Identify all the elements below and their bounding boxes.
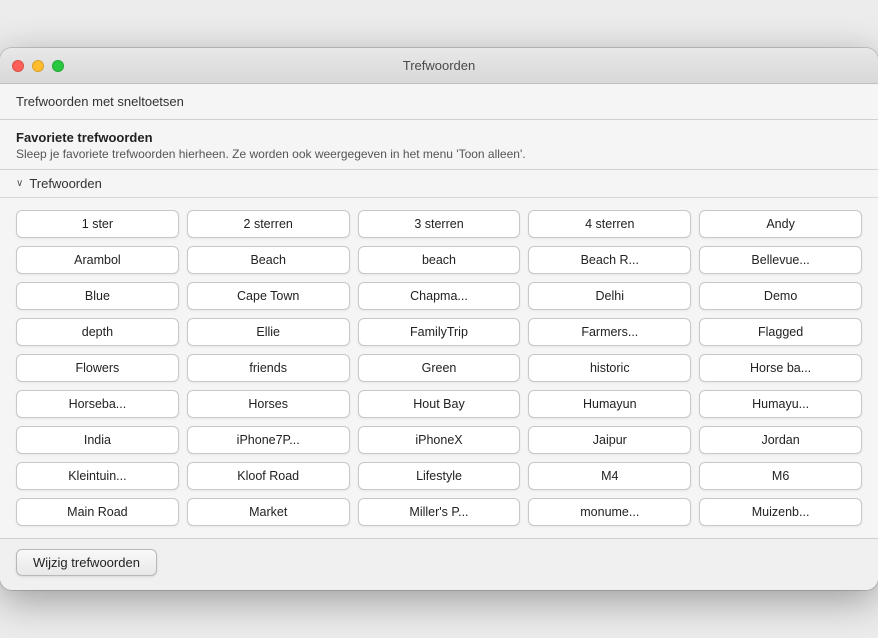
keyword-tag[interactable]: Green (358, 354, 521, 382)
favorites-title: Favoriete trefwoorden (16, 130, 862, 145)
shortcuts-section: Trefwoorden met sneltoetsen (0, 84, 878, 120)
keyword-tag[interactable]: Cape Town (187, 282, 350, 310)
titlebar: Trefwoorden (0, 48, 878, 84)
keyword-tag[interactable]: beach (358, 246, 521, 274)
keyword-tag[interactable]: Horses (187, 390, 350, 418)
keyword-tag[interactable]: 1 ster (16, 210, 179, 238)
minimize-button[interactable] (32, 60, 44, 72)
keyword-tag[interactable]: Ellie (187, 318, 350, 346)
keyword-tag[interactable]: Hout Bay (358, 390, 521, 418)
keyword-tag[interactable]: Beach (187, 246, 350, 274)
keyword-tag[interactable]: Miller's P... (358, 498, 521, 526)
keyword-tag[interactable]: Main Road (16, 498, 179, 526)
traffic-lights (12, 60, 64, 72)
keyword-tag[interactable]: Muizenb... (699, 498, 862, 526)
keyword-tag[interactable]: FamilyTrip (358, 318, 521, 346)
keywords-header: ∨ Trefwoorden (0, 170, 878, 198)
keyword-tag[interactable]: Chapma... (358, 282, 521, 310)
keyword-tag[interactable]: Kleintuin... (16, 462, 179, 490)
keyword-tag[interactable]: 2 sterren (187, 210, 350, 238)
close-button[interactable] (12, 60, 24, 72)
keyword-tag[interactable]: Demo (699, 282, 862, 310)
keyword-tag[interactable]: 4 sterren (528, 210, 691, 238)
keyword-tag[interactable]: Lifestyle (358, 462, 521, 490)
keyword-tag[interactable]: Jordan (699, 426, 862, 454)
keyword-tag[interactable]: Horse ba... (699, 354, 862, 382)
keyword-tag[interactable]: Andy (699, 210, 862, 238)
keyword-tag[interactable]: Blue (16, 282, 179, 310)
keyword-tag[interactable]: Flowers (16, 354, 179, 382)
window-title: Trefwoorden (403, 58, 476, 73)
bottom-bar: Wijzig trefwoorden (0, 538, 878, 590)
keyword-tag[interactable]: Beach R... (528, 246, 691, 274)
keyword-tag[interactable]: M6 (699, 462, 862, 490)
maximize-button[interactable] (52, 60, 64, 72)
keyword-tag[interactable]: Farmers... (528, 318, 691, 346)
keyword-tag[interactable]: historic (528, 354, 691, 382)
keywords-grid: 1 ster 2 sterren 3 sterren4 sterren Andy Ara… (0, 198, 878, 538)
keyword-tag[interactable]: Kloof Road (187, 462, 350, 490)
keyword-tag[interactable]: friends (187, 354, 350, 382)
chevron-icon: ∨ (16, 178, 23, 189)
keyword-tag[interactable]: Horseba... (16, 390, 179, 418)
keyword-tag[interactable]: iPhoneX (358, 426, 521, 454)
keyword-tag[interactable]: monume... (528, 498, 691, 526)
keyword-tag[interactable]: Market (187, 498, 350, 526)
keyword-tag[interactable]: Humayu... (699, 390, 862, 418)
keyword-tag[interactable]: Bellevue... (699, 246, 862, 274)
favorites-section: Favoriete trefwoorden Sleep je favoriete… (0, 120, 878, 170)
keyword-tag[interactable]: Flagged (699, 318, 862, 346)
keyword-tag[interactable]: depth (16, 318, 179, 346)
keyword-tag[interactable]: Jaipur (528, 426, 691, 454)
shortcuts-label: Trefwoorden met sneltoetsen (16, 94, 184, 109)
window: Trefwoorden Trefwoorden met sneltoetsen … (0, 48, 878, 590)
keyword-tag[interactable]: iPhone7P... (187, 426, 350, 454)
keywords-header-label: Trefwoorden (29, 176, 102, 191)
keyword-tag[interactable]: M4 (528, 462, 691, 490)
keyword-tag[interactable]: 3 sterren (358, 210, 521, 238)
modify-keywords-button[interactable]: Wijzig trefwoorden (16, 549, 157, 576)
keyword-tag[interactable]: Delhi (528, 282, 691, 310)
keyword-tag[interactable]: India (16, 426, 179, 454)
favorites-subtitle: Sleep je favoriete trefwoorden hierheen.… (16, 147, 862, 161)
keyword-tag[interactable]: Humayun (528, 390, 691, 418)
keyword-tag[interactable]: Arambol (16, 246, 179, 274)
